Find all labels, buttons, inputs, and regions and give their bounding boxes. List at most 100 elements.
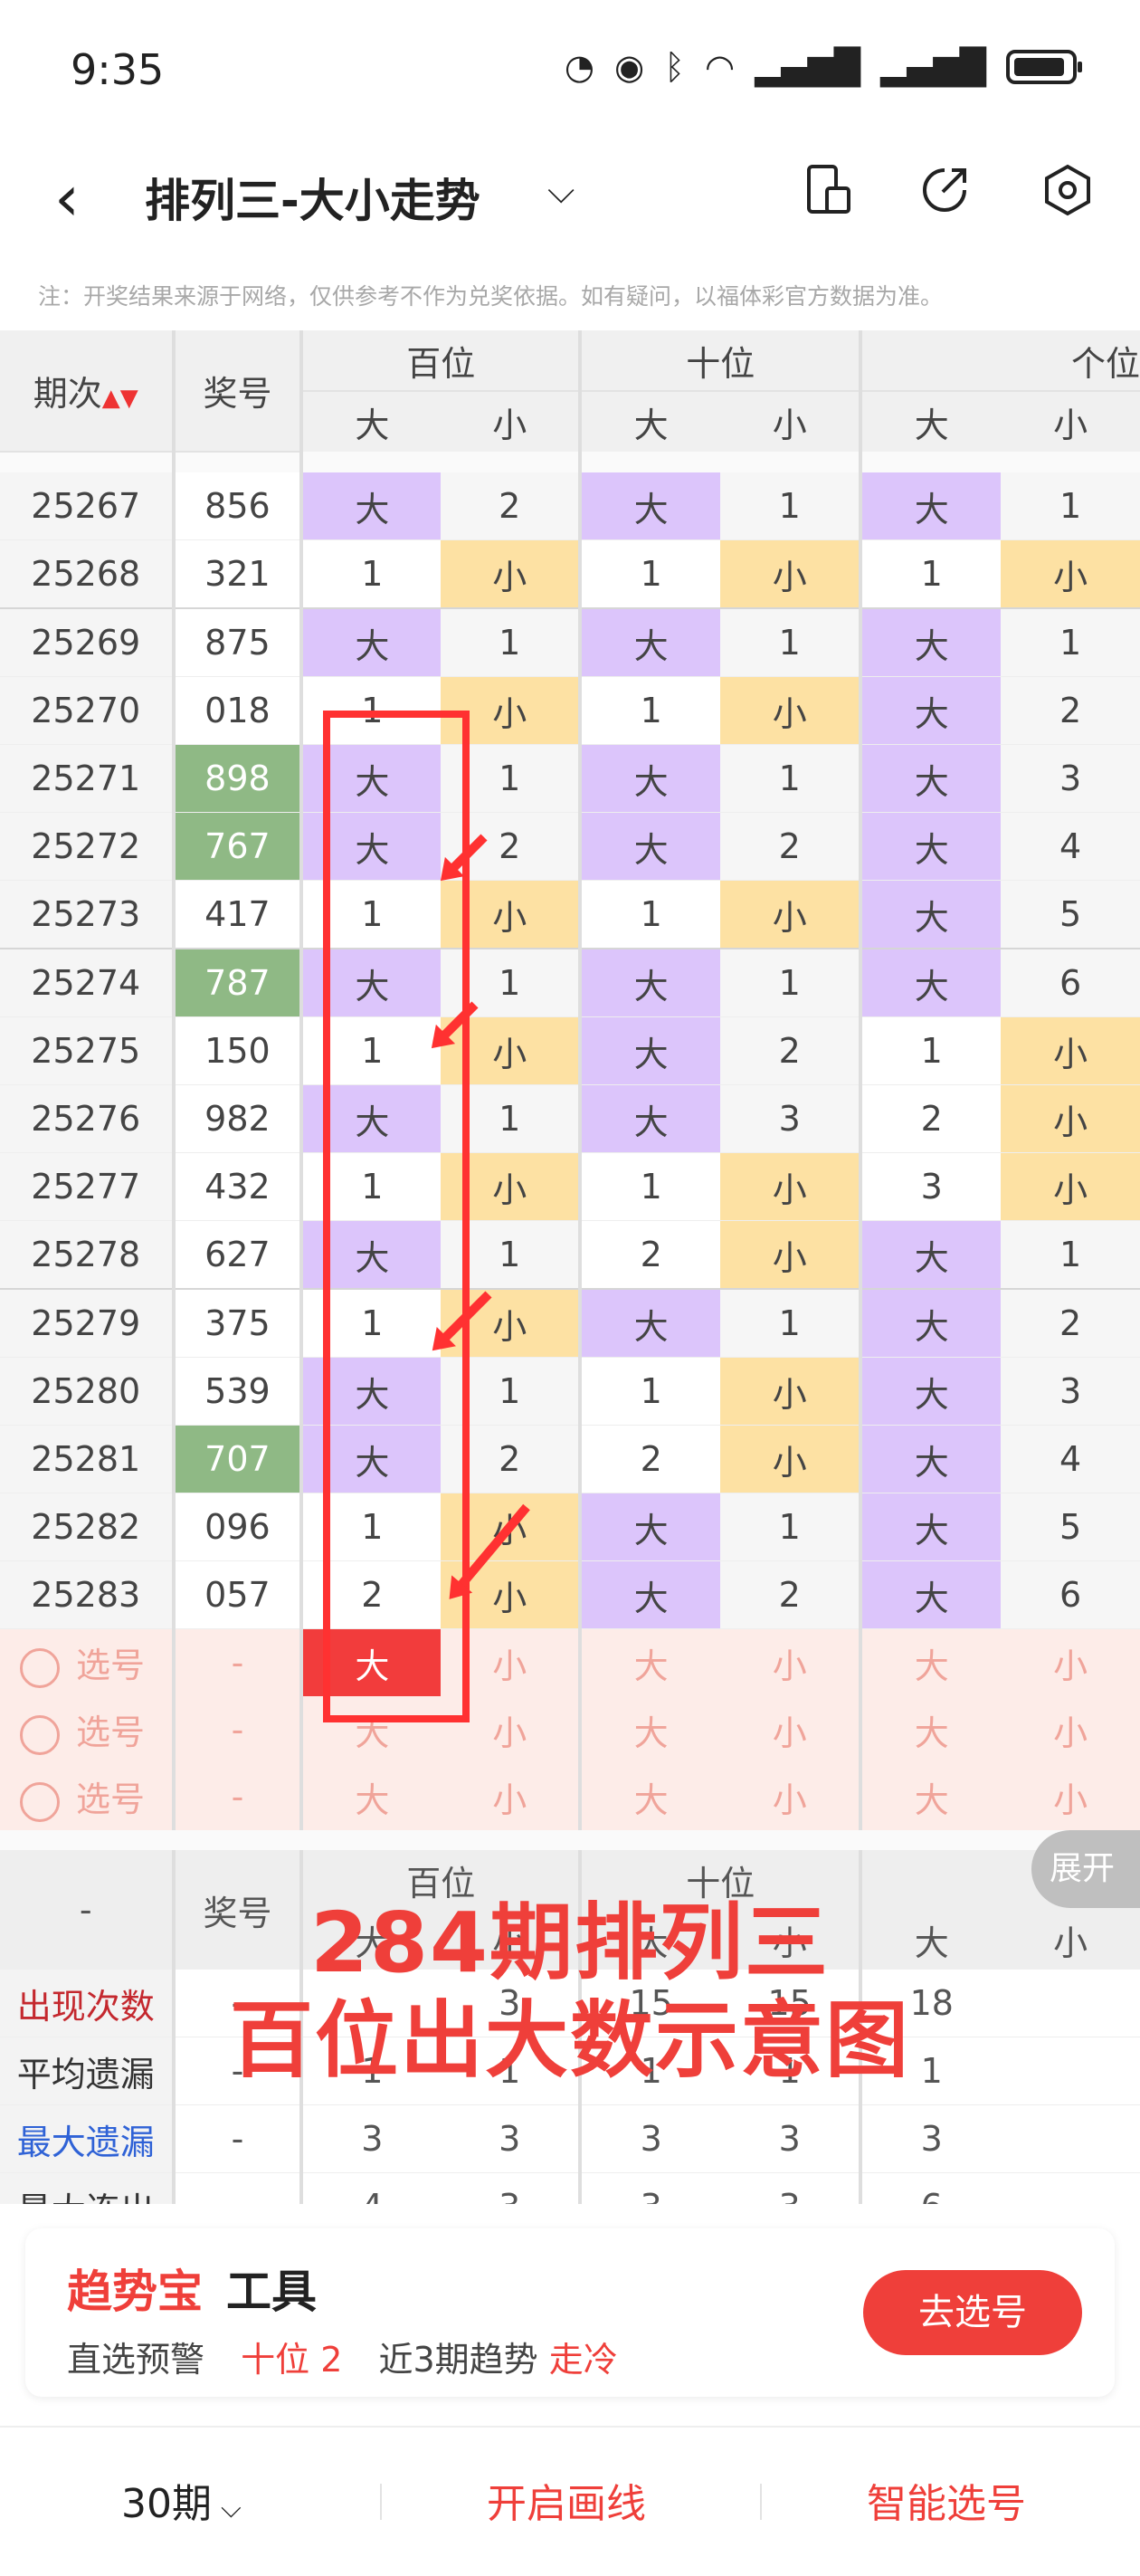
issue-cell: 25272	[0, 812, 174, 881]
table-row: 25273 417 1 小 1 小大 5	[0, 880, 1140, 949]
trend-cell: 1	[720, 948, 861, 1017]
group-tens-header: 十位	[578, 330, 861, 392]
table-row: 25270 018 1 小 1 小大 2	[0, 676, 1140, 745]
trend-cell: 小	[720, 539, 861, 609]
share-icon[interactable]	[916, 163, 974, 221]
trend-cell: 大	[299, 607, 442, 677]
pick-cell[interactable]: 小	[720, 1696, 861, 1763]
pick-cell[interactable]: 小	[1001, 1763, 1140, 1830]
trend-cell: 2	[1001, 676, 1140, 745]
pick-radio[interactable]	[20, 1781, 60, 1822]
pick-row[interactable]: 选号 - 大小大小大小	[0, 1763, 1140, 1830]
device-icon[interactable]	[800, 163, 858, 221]
pick-cell[interactable]: 大	[859, 1696, 1002, 1763]
page-title[interactable]: 排列三-大小走势	[145, 165, 480, 230]
pick-cell[interactable]: 小	[1001, 1628, 1140, 1696]
trend-cell: 5	[1001, 1493, 1140, 1561]
back-arrow-icon[interactable]: ‹	[54, 167, 80, 230]
col-issue-header[interactable]: 期次▲▼	[0, 330, 174, 453]
trend-cell: 1	[720, 1493, 861, 1561]
issue-cell: 25283	[0, 1560, 174, 1629]
period-selector[interactable]: 30期 ⌵	[121, 2471, 242, 2529]
trend-cell: 3	[859, 1152, 1002, 1221]
number-cell: 417	[171, 880, 302, 949]
draw-line-button[interactable]: 开启画线	[487, 2471, 646, 2529]
trend-cell: 大	[859, 1425, 1002, 1493]
trend-cell: 1	[859, 539, 1002, 609]
pick-cell[interactable]: 小	[1001, 1696, 1140, 1763]
table-row: 25281 707 大 2 2 小大 4	[0, 1425, 1140, 1493]
issue-cell: 25276	[0, 1084, 174, 1153]
stat-value: 3	[859, 2104, 1002, 2173]
stat-value: 3	[720, 2172, 861, 2204]
pick-cell[interactable]: 小	[720, 1628, 861, 1696]
trend-cell: 大	[578, 607, 721, 677]
trend-cell: 1	[578, 539, 721, 609]
trend-cell: 5	[1001, 880, 1140, 949]
pick-cell[interactable]: 大	[578, 1763, 721, 1830]
trend-cell: 大	[578, 1084, 721, 1153]
pick-row[interactable]: 选号 - 大小大小大小	[0, 1696, 1140, 1763]
table-row: 25275 150 1 小大 2 1 小	[0, 1016, 1140, 1085]
table-row: 25267 856 大 2 大 1 大 1	[0, 472, 1140, 540]
battery-icon	[1006, 50, 1082, 84]
issue-cell: 25279	[0, 1288, 174, 1358]
chevron-down-icon[interactable]: ⌵	[547, 170, 575, 212]
pick-cell[interactable]: 大	[859, 1628, 1002, 1696]
trend-cell: 小	[1001, 1152, 1140, 1221]
hundreds-small-header: 小	[441, 391, 581, 452]
number-cell: 982	[171, 1084, 302, 1153]
table-row: 25269 875 大 1 大 1 大 1	[0, 607, 1140, 677]
stat-first: -	[171, 2104, 302, 2173]
table-row: 252820961小大1大5	[0, 1493, 1140, 1561]
pick-cell[interactable]: 大	[578, 1628, 721, 1696]
trend-cell: 1	[859, 1016, 1002, 1085]
pick-cell[interactable]: 大	[859, 1763, 1002, 1830]
pick-label: 选号	[76, 1779, 146, 1820]
alert-value: 十位 2	[241, 2340, 343, 2380]
trend-cell: 大	[578, 472, 721, 540]
trend-cell: 大	[578, 1288, 721, 1358]
pick-cell[interactable]: 大	[299, 1763, 442, 1830]
go-select-button[interactable]: 去选号	[863, 2270, 1082, 2355]
trend-cell: 1	[578, 1152, 721, 1221]
issue-cell: 25271	[0, 744, 174, 813]
pick-number: -	[171, 1763, 302, 1830]
trend-cell: 大	[859, 676, 1002, 745]
trend-cell: 2	[720, 812, 861, 881]
trend-cell: 大	[859, 607, 1002, 677]
status-time: 9:35	[71, 45, 165, 94]
number-cell: 321	[171, 539, 302, 609]
stat-value: 3	[299, 2104, 442, 2173]
issue-cell: 25280	[0, 1357, 174, 1426]
pick-cell[interactable]: 大	[578, 1696, 721, 1763]
alert-text: 直选预警	[67, 2340, 205, 2380]
table-row: 25283 057 2 小大 2 大 6	[0, 1560, 1140, 1629]
pick-row[interactable]: 选号 - 大小大小大小	[0, 1628, 1140, 1696]
trend-text: 近3期趋势	[378, 2340, 538, 2380]
chevron-down-icon: ⌵	[221, 2493, 242, 2524]
number-cell: 057	[171, 1560, 302, 1629]
trend-cell: 大	[578, 812, 721, 881]
trend-tool-card[interactable]: 趋势宝 工具 直选预警 十位 2 近3期趋势 走冷 去选号	[25, 2228, 1115, 2397]
app-status-icon: ◔	[564, 47, 595, 87]
trend-cell: 1	[578, 880, 721, 949]
settings-icon[interactable]	[1039, 163, 1097, 221]
pick-radio[interactable]	[20, 1647, 60, 1688]
stat-row: 最大连出-43336	[0, 2172, 1140, 2204]
pick-cell[interactable]: 小	[720, 1763, 861, 1830]
col-number-header: 奖号	[171, 330, 302, 453]
pick-cell[interactable]: 小	[441, 1763, 581, 1830]
smart-select-button[interactable]: 智能选号	[867, 2471, 1026, 2529]
tens-big-header: 大	[578, 391, 721, 452]
trend-cell: 2	[859, 1084, 1002, 1153]
trend-cell: 小	[720, 1357, 861, 1426]
app-header: ‹ 排列三-大小走势 ⌵	[0, 145, 1140, 272]
sort-icon[interactable]: ▲▼	[102, 385, 138, 412]
number-cell: 539	[171, 1357, 302, 1426]
trend-cell: 1	[441, 607, 581, 677]
issue-cell: 25274	[0, 948, 174, 1017]
pick-radio[interactable]	[20, 1714, 60, 1755]
trend-cell: 小	[1001, 1084, 1140, 1153]
table-row: 25278 627 大 1 2 小大 1	[0, 1220, 1140, 1290]
